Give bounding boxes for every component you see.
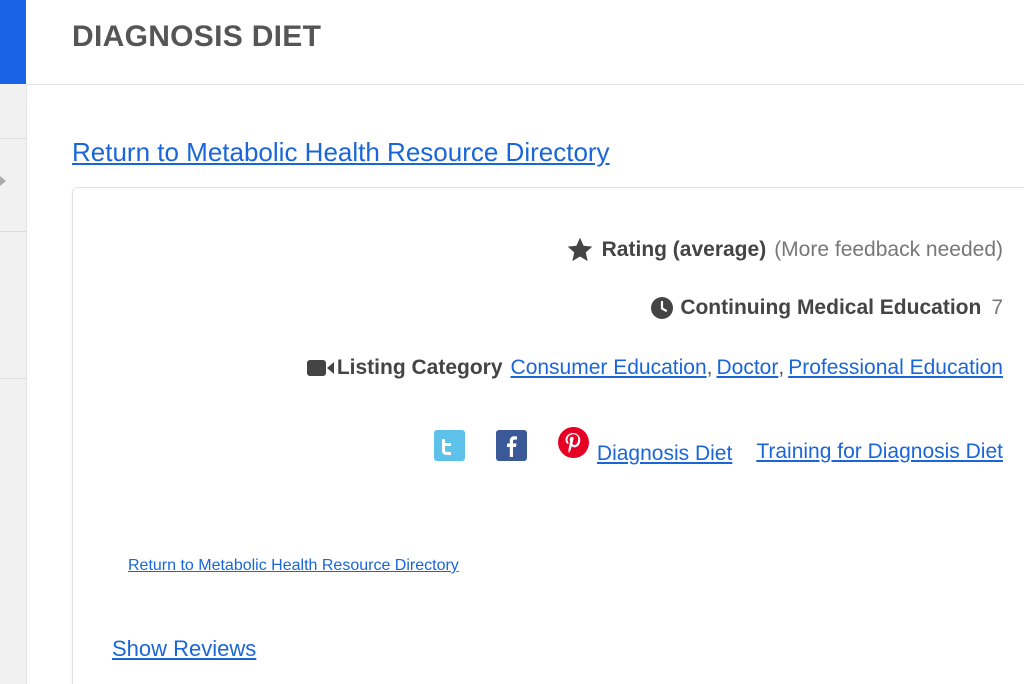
return-to-directory-link-small[interactable]: Return to Metabolic Health Resource Dire…	[128, 557, 459, 575]
diagnosis-diet-link[interactable]: Diagnosis Diet	[597, 442, 732, 466]
page-header: DIAGNOSIS DIET	[26, 0, 1024, 85]
show-reviews-link[interactable]: Show Reviews	[112, 636, 256, 662]
sidebar-active-indicator[interactable]	[0, 0, 26, 84]
pinterest-icon[interactable]	[557, 427, 589, 458]
star-icon	[566, 236, 594, 264]
cme-label: Continuing Medical Education	[680, 296, 982, 319]
category-label: Listing Category	[336, 356, 503, 379]
category-separator: ,	[706, 356, 713, 379]
cme-row: Continuing Medical Education 7	[650, 296, 1003, 320]
cme-value: 7	[991, 296, 1003, 319]
sidebar-divider	[0, 138, 26, 139]
video-camera-icon	[306, 358, 335, 378]
category-link-professional-education[interactable]: Professional Education	[788, 356, 1003, 380]
twitter-icon[interactable]	[433, 430, 465, 461]
rating-label: Rating (average)	[601, 238, 767, 261]
category-link-consumer-education[interactable]: Consumer Education	[511, 356, 707, 380]
sidebar-divider	[0, 231, 26, 232]
rating-value: (More feedback needed)	[774, 238, 1003, 261]
training-link[interactable]: Training for Diagnosis Diet	[756, 440, 1003, 464]
category-separator: ,	[778, 356, 785, 379]
return-to-directory-link[interactable]: Return to Metabolic Health Resource Dire…	[72, 137, 610, 168]
sidebar-divider	[0, 378, 26, 379]
facebook-icon[interactable]	[495, 430, 527, 461]
rating-row: Rating (average) (More feedback needed)	[566, 236, 1003, 264]
clock-icon	[650, 296, 674, 320]
category-row: Listing Category Consumer Education, Doc…	[306, 356, 1003, 380]
sidebar	[0, 0, 27, 684]
social-links-row: Diagnosis Diet Training for Diagnosis Di…	[433, 427, 1003, 466]
page-title: DIAGNOSIS DIET	[72, 20, 322, 53]
sidebar-expand-chevron-icon[interactable]	[0, 176, 6, 186]
category-link-doctor[interactable]: Doctor	[716, 356, 778, 380]
page: DIAGNOSIS DIET Return to Metabolic Healt…	[0, 0, 1024, 684]
